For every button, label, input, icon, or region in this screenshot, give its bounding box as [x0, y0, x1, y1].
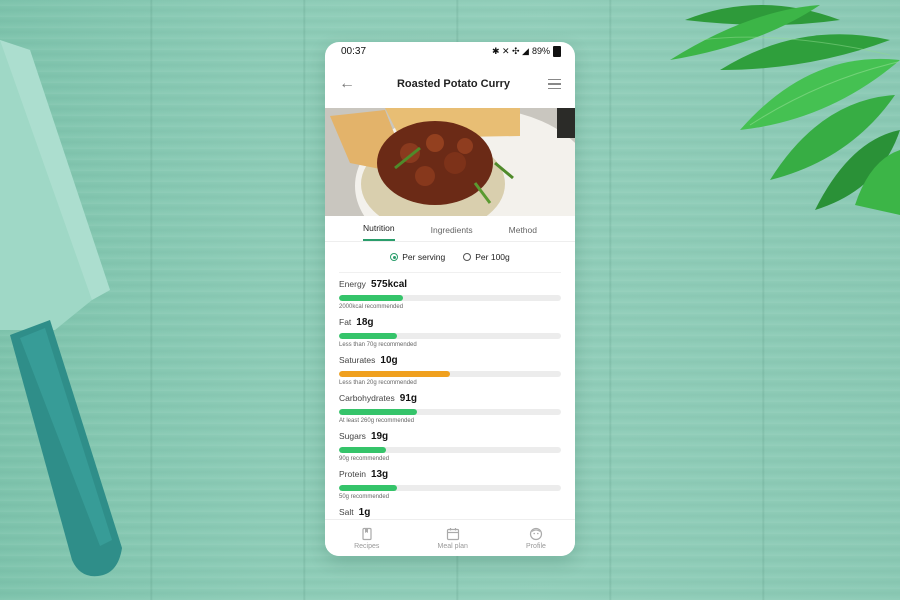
nutrient-note: At least 260g recommended	[339, 418, 415, 424]
recipe-photo	[325, 108, 575, 216]
nutrient-bar	[339, 371, 561, 377]
nutrient-note: Less than 70g recommended	[339, 342, 417, 348]
nutrient-row-sugars: Sugars 19g 90g recommended	[339, 431, 561, 469]
nutrient-bar	[339, 447, 561, 453]
radio-label: Per 100g	[475, 252, 510, 262]
nutrient-value: 19g	[370, 431, 389, 442]
nutrient-bar-fill	[339, 295, 404, 301]
radio-label: Per serving	[402, 252, 446, 262]
nutrient-value: 13g	[370, 469, 389, 480]
nutrient-note: 2000kcal recommended	[339, 304, 404, 310]
nutrient-label: Sugars	[339, 431, 366, 441]
nutrient-bar	[339, 333, 561, 339]
nutrient-bar-fill	[339, 447, 386, 453]
page-title: Roasted Potato Curry	[396, 78, 511, 90]
nutrient-label: Protein	[339, 469, 366, 479]
phone-screen: 00:37 ✱ ✕ ✣ ◢ 89% ← Roasted Potato Curry…	[325, 42, 575, 556]
nutrient-bar	[339, 295, 561, 301]
nutrient-bar	[339, 409, 561, 415]
nutrient-note: 50g recommended	[339, 494, 390, 500]
radio-per-serving[interactable]: Per serving	[390, 252, 445, 262]
profile-icon	[529, 527, 543, 540]
nutrient-value: 1g	[358, 507, 371, 518]
status-icons: ✱ ✕ ✣ ◢	[491, 45, 529, 56]
nutrient-bar-fill	[339, 409, 417, 415]
nav-profile[interactable]: Profile	[526, 527, 546, 550]
status-bar: 00:37 ✱ ✕ ✣ ◢ 89%	[325, 42, 575, 60]
nutrient-label: Carbohydrates	[339, 393, 395, 403]
nutrient-label: Energy	[339, 279, 366, 289]
nutrient-row-carbohydrates: Carbohydrates 91g At least 260g recommend…	[339, 393, 561, 431]
nutrient-value: 18g	[356, 317, 374, 328]
nutrient-list: Energy 575kcal 2000kcal recommended Fat 18…	[325, 273, 575, 545]
hamburger-menu-icon[interactable]	[547, 79, 561, 89]
nutrient-row-fat: Fat 18g Less than 70g recommended	[339, 317, 561, 355]
radio-unselected-icon	[463, 253, 472, 261]
bottom-nav: Recipes Meal plan Profile	[325, 519, 575, 556]
nutrient-note: Less than 20g recommended	[339, 380, 417, 386]
calendar-icon	[446, 527, 459, 540]
nutrient-row-energy: Energy 575kcal 2000kcal recommended	[339, 279, 561, 317]
nutrient-note: 90g recommended	[339, 456, 390, 462]
leaves-image	[670, 5, 900, 215]
nav-label: Meal plan	[437, 542, 468, 550]
nav-meal-plan[interactable]: Meal plan	[438, 527, 468, 550]
nutrient-value: 575kcal	[370, 279, 408, 290]
nutrient-value: 10g	[380, 355, 398, 366]
nutrient-bar	[339, 485, 561, 491]
nav-label: Recipes	[354, 542, 380, 550]
nutrient-row-protein: Protein 13g 50g recommended	[339, 469, 561, 507]
app-bar: ← Roasted Potato Curry	[325, 60, 575, 108]
arrow-left-icon[interactable]: ←	[339, 75, 359, 93]
nutrient-label: Fat	[339, 317, 352, 327]
nav-recipes[interactable]: Recipes	[354, 527, 379, 550]
nutrient-bar-fill	[339, 333, 397, 339]
nutrient-label: Salt	[339, 507, 354, 517]
basis-toggle: Per serving Per 100g	[339, 242, 561, 273]
tab-ingredients[interactable]: Ingredients	[431, 225, 473, 241]
nutrient-value: 91g	[399, 393, 417, 404]
book-icon	[362, 527, 372, 540]
battery-icon	[553, 45, 561, 57]
tab-nutrition[interactable]: Nutrition	[362, 223, 395, 241]
tab-method[interactable]: Method	[509, 225, 537, 241]
nutrient-bar-fill	[339, 485, 397, 491]
nutrient-label: Saturates	[339, 355, 376, 365]
knife-image	[0, 40, 122, 577]
radio-per-100g[interactable]: Per 100g	[463, 252, 510, 262]
tab-bar: Nutrition Ingredients Method	[325, 216, 575, 242]
nutrient-bar-fill	[339, 371, 450, 377]
nutrient-row-saturates: Saturates 10g Less than 20g recommended	[339, 355, 561, 393]
status-time: 00:37	[341, 45, 367, 57]
radio-selected-icon	[390, 253, 399, 261]
battery-level: 89%	[531, 46, 550, 56]
nav-label: Profile	[526, 542, 546, 550]
